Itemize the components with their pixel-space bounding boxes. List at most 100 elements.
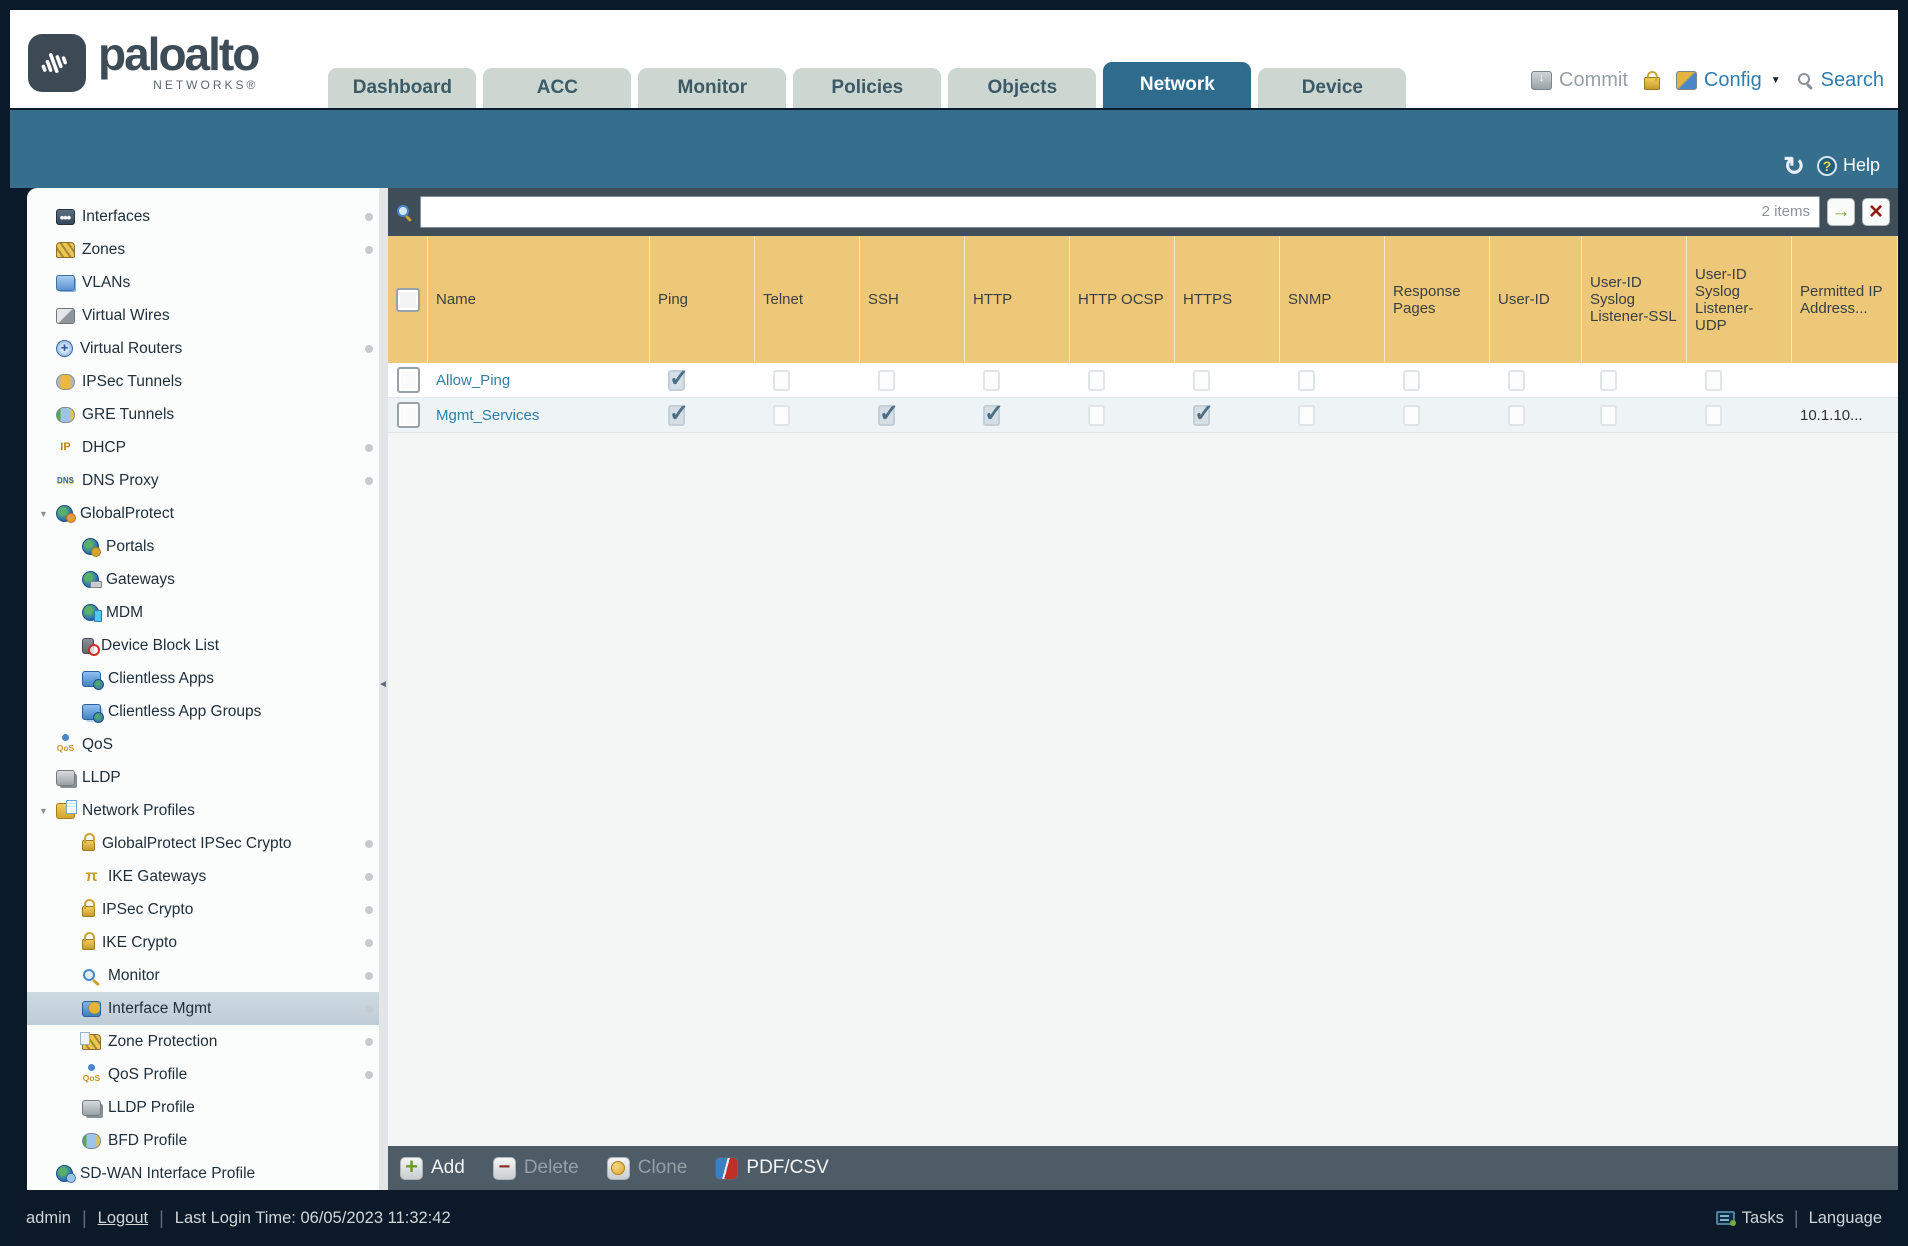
filter-input[interactable] xyxy=(420,196,1820,228)
sidebar-item-vlans[interactable]: ▼ VLANs xyxy=(27,266,379,299)
sidebar-item-globalprotect[interactable]: ▼ GlobalProtect xyxy=(27,497,379,530)
sidebar-item-monitor[interactable]: ▼ Monitor xyxy=(27,959,379,992)
logout-link[interactable]: Logout xyxy=(98,1209,148,1228)
sidebar-item-device-block-list[interactable]: ▼ Device Block List xyxy=(27,629,379,662)
language-button[interactable]: Language xyxy=(1809,1209,1882,1228)
column-header-ping[interactable]: Ping xyxy=(650,236,755,363)
sidebar-item-label: GlobalProtect xyxy=(80,504,174,522)
column-header-response-pages[interactable]: Response Pages xyxy=(1385,236,1490,363)
column-header-http[interactable]: HTTP xyxy=(965,236,1070,363)
checkbox-uid-syslog-udp[interactable] xyxy=(1705,369,1722,391)
apply-filter-button[interactable]: → xyxy=(1827,198,1855,226)
column-header-https[interactable]: HTTPS xyxy=(1175,236,1280,363)
sidebar-item-ike-gateways[interactable]: ▼ IKE Gateways xyxy=(27,860,379,893)
checkbox-ping[interactable] xyxy=(668,399,689,428)
sidebar-item-network-profiles[interactable]: ▼ Network Profiles xyxy=(27,794,379,827)
sidebar-item-virtual-routers[interactable]: ▼ Virtual Routers xyxy=(27,332,379,365)
tab-network[interactable]: Network xyxy=(1103,62,1252,108)
checkbox-response-pages[interactable] xyxy=(1403,404,1420,426)
help-button[interactable]: ? Help xyxy=(1816,155,1880,176)
sidebar-item-dhcp[interactable]: ▼ DHCP xyxy=(27,431,379,464)
tab-monitor[interactable]: Monitor xyxy=(638,68,787,108)
checkbox-ssh[interactable] xyxy=(878,369,895,391)
tasks-button[interactable]: Tasks xyxy=(1715,1209,1784,1228)
tab-objects[interactable]: Objects xyxy=(948,68,1097,108)
sidebar-item-zones[interactable]: ▼ Zones xyxy=(27,233,379,266)
lock-icon[interactable] xyxy=(1643,77,1660,90)
sidebar-item-sd-wan-interface-profile[interactable]: ▼ SD-WAN Interface Profile xyxy=(27,1157,379,1190)
row-checkbox[interactable] xyxy=(396,402,420,428)
checkbox-uid-syslog-udp[interactable] xyxy=(1705,404,1722,426)
checkbox-ssh[interactable] xyxy=(878,399,899,428)
sidebar-collapse-strip[interactable]: ◄ xyxy=(378,188,388,1190)
sidebar-item-ipsec-crypto[interactable]: ▼ IPSec Crypto xyxy=(27,893,379,926)
sidebar-item-qos-profile[interactable]: ▼ QoS Profile xyxy=(27,1058,379,1091)
add-button[interactable]: Add xyxy=(400,1156,465,1180)
sidebar-item-zone-protection[interactable]: ▼ Zone Protection xyxy=(27,1025,379,1058)
pdf-csv-button[interactable]: PDF/CSV xyxy=(715,1156,829,1180)
sidebar-item-qos[interactable]: ▼ QoS xyxy=(27,728,379,761)
checkbox-ping[interactable] xyxy=(668,364,689,393)
commit-button[interactable]: Commit xyxy=(1531,69,1628,92)
column-header-telnet[interactable]: Telnet xyxy=(755,236,860,363)
select-all-checkbox[interactable] xyxy=(395,287,420,312)
chevron-down-icon: ▼ xyxy=(1770,75,1781,86)
row-name-link[interactable]: Mgmt_Services xyxy=(436,407,539,424)
sidebar-item-interfaces[interactable]: ▼ Interfaces xyxy=(27,200,379,233)
sidebar-item-clientless-app-groups[interactable]: ▼ Clientless App Groups xyxy=(27,695,379,728)
sidebar-item-lldp-profile[interactable]: ▼ LLDP Profile xyxy=(27,1091,379,1124)
checkbox-uid-syslog-ssl[interactable] xyxy=(1600,369,1617,391)
tab-policies[interactable]: Policies xyxy=(793,68,942,108)
sidebar-item-bfd-profile[interactable]: ▼ BFD Profile xyxy=(27,1124,379,1157)
checkbox-http[interactable] xyxy=(983,369,1000,391)
checkbox-http-ocsp[interactable] xyxy=(1088,404,1105,426)
sidebar-item-gateways[interactable]: ▼ Gateways xyxy=(27,563,379,596)
checkbox-https[interactable] xyxy=(1193,399,1214,428)
sidebar-item-interface-mgmt[interactable]: ▼ Interface Mgmt xyxy=(27,992,379,1025)
refresh-icon[interactable]: ↻ xyxy=(1783,153,1805,179)
column-header-ssh[interactable]: SSH xyxy=(860,236,965,363)
column-header-snmp[interactable]: SNMP xyxy=(1280,236,1385,363)
collapse-arrow-icon[interactable]: ◄ xyxy=(378,679,388,690)
sidebar-item-portals[interactable]: ▼ Portals xyxy=(27,530,379,563)
sidebar-item-clientless-apps[interactable]: ▼ Clientless Apps xyxy=(27,662,379,695)
expand-caret-icon[interactable]: ▼ xyxy=(39,806,56,816)
row-checkbox[interactable] xyxy=(396,367,420,393)
sidebar-item-gre-tunnels[interactable]: ▼ GRE Tunnels xyxy=(27,398,379,431)
tab-dashboard[interactable]: Dashboard xyxy=(328,68,477,108)
column-header-user-id[interactable]: User-ID xyxy=(1490,236,1582,363)
checkbox-snmp[interactable] xyxy=(1298,369,1315,391)
checkbox-response-pages[interactable] xyxy=(1403,369,1420,391)
checkbox-telnet[interactable] xyxy=(773,369,790,391)
checkbox-uid-syslog-ssl[interactable] xyxy=(1600,404,1617,426)
item-dot xyxy=(365,344,373,353)
expand-caret-icon[interactable]: ▼ xyxy=(39,509,56,519)
sidebar-item-ipsec-tunnels[interactable]: ▼ IPSec Tunnels xyxy=(27,365,379,398)
toolbar-button-label: Clone xyxy=(637,1157,688,1178)
checkbox-http-ocsp[interactable] xyxy=(1088,369,1105,391)
checkbox-user-id[interactable] xyxy=(1508,404,1525,426)
sidebar-item-globalprotect-ipsec-crypto[interactable]: ▼ GlobalProtect IPSec Crypto xyxy=(27,827,379,860)
tab-acc[interactable]: ACC xyxy=(483,68,632,108)
sidebar-item-ike-crypto[interactable]: ▼ IKE Crypto xyxy=(27,926,379,959)
config-button[interactable]: Config ▼ xyxy=(1675,69,1781,92)
row-name-link[interactable]: Allow_Ping xyxy=(436,372,510,389)
checkbox-https[interactable] xyxy=(1193,369,1210,391)
sidebar-item-lldp[interactable]: ▼ LLDP xyxy=(27,761,379,794)
checkbox-http[interactable] xyxy=(983,399,1004,428)
sidebar-item-virtual-wires[interactable]: ▼ Virtual Wires xyxy=(27,299,379,332)
cell-http-ocsp xyxy=(1070,363,1175,397)
tab-device[interactable]: Device xyxy=(1258,68,1407,108)
column-header-permitted-ip-address[interactable]: Permitted IP Address... xyxy=(1792,236,1898,363)
checkbox-user-id[interactable] xyxy=(1508,369,1525,391)
sidebar-item-mdm[interactable]: ▼ MDM xyxy=(27,596,379,629)
clear-filter-button[interactable]: × xyxy=(1862,198,1890,226)
checkbox-telnet[interactable] xyxy=(773,404,790,426)
sidebar-item-dns-proxy[interactable]: ▼ DNS Proxy xyxy=(27,464,379,497)
column-header-user-id-syslog-listener-udp[interactable]: User-ID Syslog Listener-UDP xyxy=(1687,236,1792,363)
search-button[interactable]: Search xyxy=(1797,69,1884,92)
checkbox-snmp[interactable] xyxy=(1298,404,1315,426)
column-header-user-id-syslog-listener-ssl[interactable]: User-ID Syslog Listener-SSL xyxy=(1582,236,1687,363)
column-header-name[interactable]: Name xyxy=(428,236,650,363)
column-header-http-ocsp[interactable]: HTTP OCSP xyxy=(1070,236,1175,363)
